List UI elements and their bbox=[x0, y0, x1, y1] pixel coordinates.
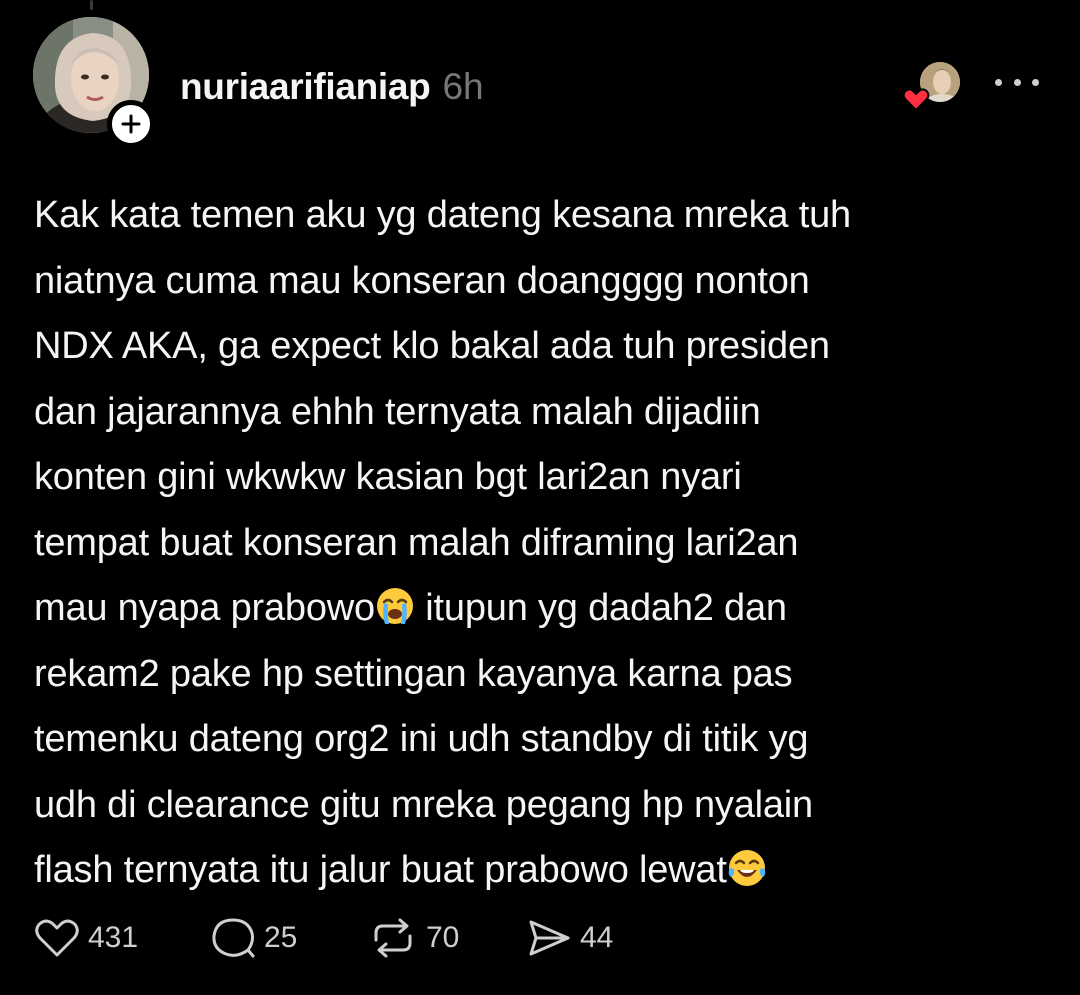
post-text: flash ternyata itu jalur buat prabowo le… bbox=[34, 849, 727, 891]
action-bar: 431 25 70 44 bbox=[34, 912, 646, 964]
heart-outline-icon bbox=[35, 919, 79, 957]
share-button[interactable]: 44 bbox=[526, 917, 646, 959]
author-username[interactable]: nuriaarifianiap bbox=[180, 66, 431, 108]
share-count: 44 bbox=[580, 921, 614, 954]
post-line: tempat buat konseran malah diframing lar… bbox=[34, 521, 799, 564]
post-line: mau nyapa prabowo itupun yg dadah2 dan bbox=[34, 576, 1044, 642]
post-line: Kak kata temen aku yg dateng kesana mrek… bbox=[34, 194, 851, 236]
post-line: dan jajarannya ehhh ternyata malah dijad… bbox=[34, 390, 761, 433]
post-text: itupun yg dadah2 dan bbox=[414, 587, 787, 629]
repost-arrows-icon bbox=[374, 918, 412, 958]
more-horizontal-icon[interactable] bbox=[995, 70, 1039, 94]
post-timestamp: 6h bbox=[442, 66, 484, 107]
repost-button[interactable]: 70 bbox=[368, 916, 526, 960]
paper-plane-icon bbox=[529, 920, 570, 956]
post-line: NDX AKA, ga expect klo bakal ada tuh pre… bbox=[34, 325, 830, 367]
liked-heart-icon bbox=[902, 88, 930, 112]
post-header: nuriaarifianiap 6h bbox=[180, 66, 484, 116]
plus-icon bbox=[121, 114, 141, 134]
post-body: Kak kata temen aku yg dateng kesana mrek… bbox=[34, 183, 1044, 904]
more-dot bbox=[1032, 78, 1039, 86]
post-line: niatnya cuma mau konseran doangggg nonto… bbox=[34, 259, 810, 302]
speech-bubble-icon bbox=[212, 918, 255, 958]
post-line: rekam2 pake hp settingan kayanya karna p… bbox=[34, 652, 793, 695]
post-line: konten gini wkwkw kasian bgt lari2an nya… bbox=[34, 456, 742, 498]
more-dot bbox=[995, 78, 1002, 86]
loudly-crying-face-emoji bbox=[376, 588, 413, 624]
post-text: mau nyapa prabowo bbox=[34, 587, 375, 629]
post-line: flash ternyata itu jalur buat prabowo le… bbox=[34, 838, 1044, 904]
face-with-tears-of-joy-emoji bbox=[728, 850, 765, 886]
more-dot bbox=[1013, 78, 1021, 86]
post-line: udh di clearance gitu mreka pegang hp ny… bbox=[34, 783, 813, 826]
reply-count: 25 bbox=[264, 921, 298, 954]
like-count: 431 bbox=[88, 921, 139, 954]
follow-button[interactable] bbox=[107, 100, 155, 148]
reply-button[interactable]: 25 bbox=[210, 916, 368, 960]
thread-connector-line bbox=[90, 0, 93, 10]
like-button[interactable]: 431 bbox=[34, 917, 210, 959]
repost-count: 70 bbox=[426, 921, 460, 954]
post-line: temenku dateng org2 ini udh standby di t… bbox=[34, 718, 809, 760]
thread-post: nuriaarifianiap 6h Kak kata temen aku yg… bbox=[0, 0, 1080, 995]
